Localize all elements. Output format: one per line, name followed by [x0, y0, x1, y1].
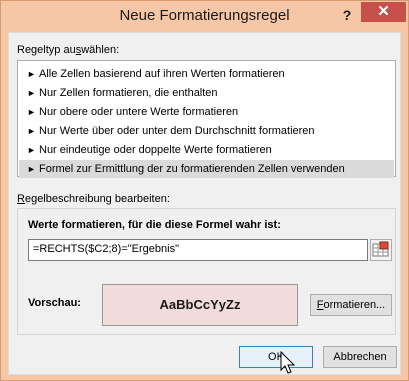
- help-button[interactable]: ?: [337, 5, 357, 25]
- format-preview: AaBbCcYyZz: [102, 284, 298, 326]
- rule-type-item[interactable]: ► Alle Zellen basierend auf ihren Werten …: [19, 65, 394, 83]
- rule-type-item[interactable]: ► Nur Werte über oder unter dem Durchschn…: [19, 122, 394, 140]
- rule-description-label: Regelbeschreibung bearbeiten:: [17, 193, 170, 205]
- triangle-right-icon: ►: [27, 107, 36, 117]
- ok-button[interactable]: OK: [239, 346, 313, 368]
- triangle-right-icon: ►: [27, 88, 36, 98]
- triangle-right-icon: ►: [27, 164, 36, 174]
- dialog-window: Neue Formatierungsregel ? ✕ Regeltyp aus…: [0, 0, 409, 381]
- rule-description-group: Werte formatieren, für die diese Formel …: [17, 208, 396, 335]
- formula-input[interactable]: =RECHTS($C2;8)="Ergebnis": [28, 239, 368, 261]
- range-select-button[interactable]: [370, 239, 392, 261]
- rule-type-item-selected[interactable]: ► Formel zur Ermittlung der zu formatiere…: [19, 160, 394, 178]
- format-button[interactable]: Formatieren...: [310, 294, 392, 316]
- formula-heading: Werte formatieren, für die diese Formel …: [28, 219, 281, 231]
- cancel-button[interactable]: Abbrechen: [323, 346, 397, 368]
- rule-type-item[interactable]: ► Nur eindeutige oder doppelte Werte form…: [19, 141, 394, 159]
- triangle-right-icon: ►: [27, 126, 36, 136]
- triangle-right-icon: ►: [27, 145, 36, 155]
- mouse-pointer-icon: [280, 351, 296, 374]
- preview-label: Vorschau:: [28, 297, 81, 309]
- range-select-icon: [372, 241, 389, 257]
- title-bar[interactable]: Neue Formatierungsregel ? ✕: [1, 1, 408, 33]
- rule-type-label: Regeltyp auswählen:: [17, 44, 120, 56]
- rule-type-list[interactable]: ► Alle Zellen basierend auf ihren Werten …: [17, 60, 396, 178]
- rule-type-item[interactable]: ► Nur obere oder untere Werte formatieren: [19, 103, 394, 121]
- dialog-client-area: Regeltyp auswählen: ► Alle Zellen basiere…: [8, 32, 401, 375]
- close-button[interactable]: ✕: [361, 2, 406, 22]
- rule-type-item[interactable]: ► Nur Zellen formatieren, die enthalten: [19, 84, 394, 102]
- triangle-right-icon: ►: [27, 69, 36, 79]
